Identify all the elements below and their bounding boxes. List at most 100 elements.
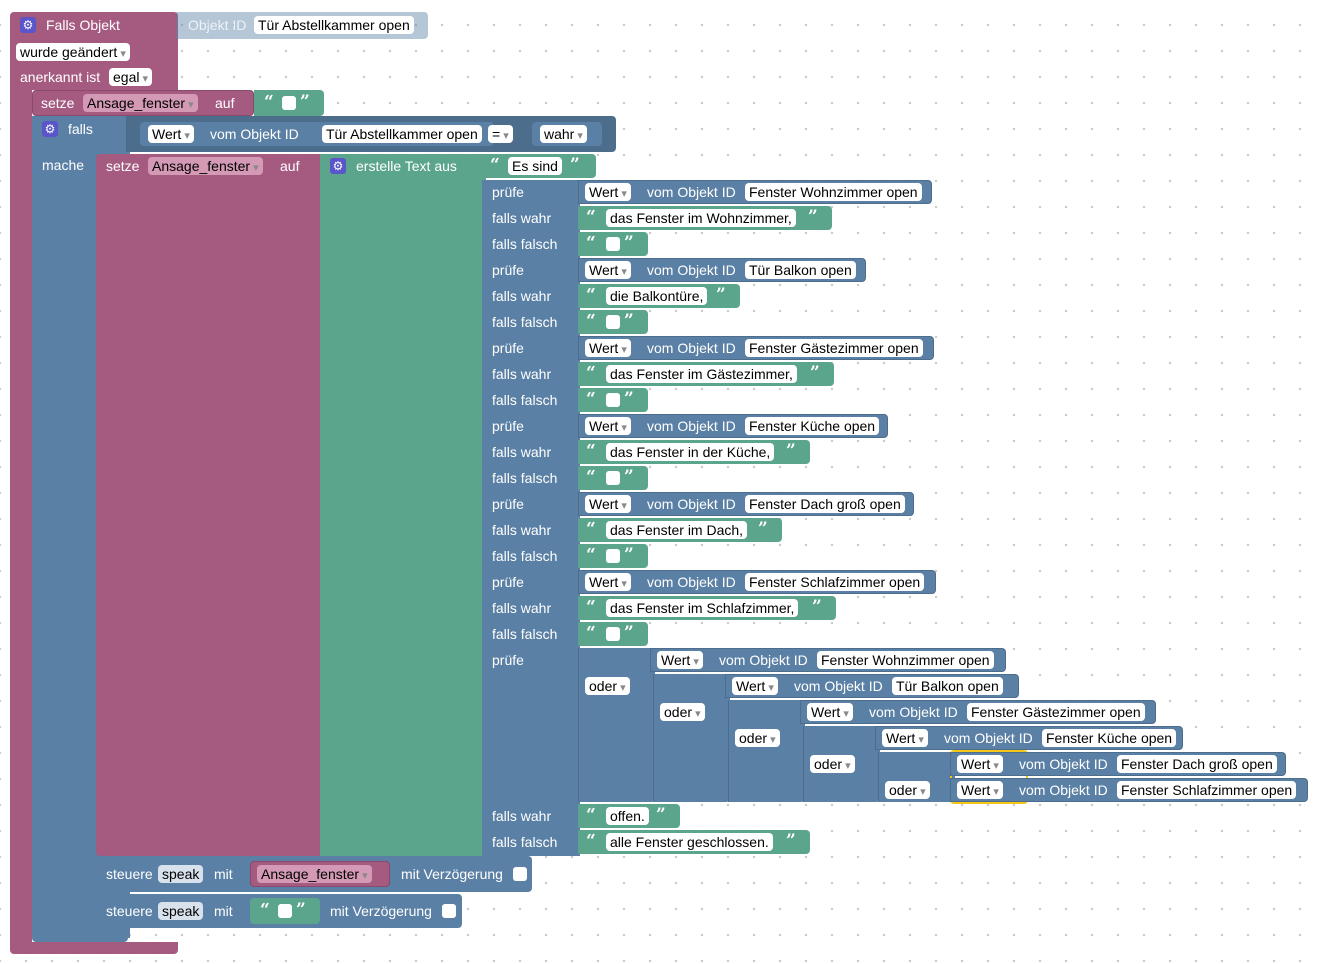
ternary-block[interactable]: prüfe falls wahr falls falsch bbox=[482, 570, 580, 648]
object-id-field[interactable]: Fenster Küche open bbox=[1042, 729, 1177, 747]
get-value-block[interactable]: Wert vom Objekt ID Fenster Schlafzimmer … bbox=[578, 570, 936, 594]
object-id-field[interactable]: Tür Abstellkammer open bbox=[322, 125, 482, 143]
text-field-empty[interactable] bbox=[278, 904, 292, 918]
text-field[interactable]: das Fenster in der Küche, bbox=[606, 443, 775, 461]
get-value-block[interactable]: Wert vom Objekt ID Tür Abstellkammer ope… bbox=[140, 122, 494, 146]
text-field[interactable]: offen. bbox=[606, 807, 649, 825]
false-text-block[interactable]: “ ” bbox=[578, 388, 648, 412]
text-field[interactable]: das Fenster im Schlafzimmer, bbox=[606, 599, 799, 617]
ternary-block-final[interactable]: prüfe falls wahr falls falsch bbox=[482, 648, 580, 856]
final-false-text-block[interactable]: “ alle Fenster geschlossen. ” bbox=[578, 830, 810, 854]
value-dropdown[interactable]: Wert bbox=[585, 417, 631, 435]
delay-checkbox[interactable] bbox=[513, 867, 527, 881]
variable-dropdown[interactable]: Ansage_fenster bbox=[148, 157, 263, 175]
create-text-block[interactable]: ⚙ erstelle Text aus bbox=[320, 154, 486, 856]
true-text-block[interactable]: “ das Fenster in der Küche, ” bbox=[578, 440, 810, 464]
false-text-block[interactable]: “ ” bbox=[578, 544, 648, 568]
object-id-field[interactable]: Tür Balkon open bbox=[745, 261, 856, 279]
variable-dropdown[interactable]: Ansage_fenster bbox=[83, 94, 198, 112]
final-true-text-block[interactable]: “ offen. ” bbox=[578, 804, 680, 828]
value-dropdown[interactable]: Wert bbox=[585, 339, 631, 357]
value-dropdown[interactable]: Wert bbox=[585, 495, 631, 513]
value-dropdown[interactable]: Wert bbox=[585, 261, 631, 279]
or-get-value-block[interactable]: Wert vom Objekt ID Tür Balkon open bbox=[725, 674, 1019, 698]
or-block[interactable]: oder bbox=[653, 674, 730, 802]
or-get-value-block[interactable]: Wert vom Objekt ID Fenster Dach groß ope… bbox=[950, 752, 1286, 776]
text-field-empty[interactable] bbox=[282, 96, 296, 110]
get-value-block[interactable]: Wert vom Objekt ID Fenster Wohnzimmer op… bbox=[578, 180, 932, 204]
text-field-empty[interactable] bbox=[606, 627, 620, 641]
value-dropdown[interactable]: Wert bbox=[957, 781, 1003, 799]
false-text-block[interactable]: “ ” bbox=[578, 310, 648, 334]
text-field[interactable]: das Fenster im Gästezimmer, bbox=[606, 365, 797, 383]
text-field-empty[interactable] bbox=[606, 549, 620, 563]
ternary-block[interactable]: prüfe falls wahr falls falsch bbox=[482, 258, 580, 336]
value-dropdown[interactable]: Wert bbox=[585, 183, 631, 201]
true-text-block[interactable]: “ das Fenster im Wohnzimmer, ” bbox=[578, 206, 832, 230]
or-dropdown[interactable]: oder bbox=[885, 781, 930, 799]
value-dropdown[interactable]: Wert bbox=[957, 755, 1003, 773]
true-text-block[interactable]: “ das Fenster im Schlafzimmer, ” bbox=[578, 596, 836, 620]
or-dropdown[interactable]: oder bbox=[660, 703, 705, 721]
bool-dropdown[interactable]: wahr bbox=[540, 125, 587, 143]
text-field[interactable]: das Fenster im Dach, bbox=[606, 521, 748, 539]
object-id-field[interactable]: Fenster Gästezimmer open bbox=[745, 339, 923, 357]
text-field-empty[interactable] bbox=[606, 393, 620, 407]
object-id-field[interactable]: Tür Balkon open bbox=[892, 677, 1003, 695]
get-value-block[interactable]: Wert vom Objekt ID Fenster Küche open bbox=[578, 414, 888, 438]
trigger-block[interactable]: ⚙ Falls Objekt wurde geändert anerkannt … bbox=[10, 12, 178, 90]
text-field[interactable]: die Balkontüre, bbox=[606, 287, 708, 305]
get-value-block[interactable]: Wert vom Objekt ID Fenster Dach groß ope… bbox=[578, 492, 914, 516]
empty-text-block-1[interactable]: “ ” bbox=[254, 90, 324, 116]
value-dropdown[interactable]: Wert bbox=[807, 703, 853, 721]
or-get-value-block[interactable]: Wert vom Objekt ID Fenster Wohnzimmer op… bbox=[650, 648, 1006, 672]
value-dropdown[interactable]: Wert bbox=[657, 651, 703, 669]
object-id-field[interactable]: Fenster Dach groß open bbox=[1117, 755, 1277, 773]
or-dropdown[interactable]: oder bbox=[735, 729, 780, 747]
variable-get-block[interactable]: Ansage_fenster bbox=[250, 861, 390, 887]
ternary-block[interactable]: prüfe falls wahr falls falsch bbox=[482, 414, 580, 492]
control-block-1[interactable]: steuere speak mit Ansage_fenster mit Ver… bbox=[96, 856, 532, 892]
value-dropdown[interactable]: Wert bbox=[148, 125, 194, 143]
ternary-block[interactable]: prüfe falls wahr falls falsch bbox=[482, 180, 580, 258]
set-variable-block-2[interactable]: setze Ansage_fenster auf bbox=[96, 154, 322, 856]
or-get-value-block[interactable]: Wert vom Objekt ID Fenster Gästezimmer o… bbox=[800, 700, 1156, 724]
or-get-value-block[interactable]: Wert vom Objekt ID Fenster Küche open bbox=[875, 726, 1183, 750]
gear-icon[interactable]: ⚙ bbox=[20, 17, 36, 33]
get-value-block[interactable]: Wert vom Objekt ID Fenster Gästezimmer o… bbox=[578, 336, 934, 360]
true-text-block[interactable]: “ das Fenster im Dach, ” bbox=[578, 518, 782, 542]
object-id-field[interactable]: Fenster Gästezimmer open bbox=[967, 703, 1145, 721]
false-text-block[interactable]: “ ” bbox=[578, 466, 648, 490]
text-field[interactable]: alle Fenster geschlossen. bbox=[606, 833, 773, 851]
value-dropdown[interactable]: Wert bbox=[585, 573, 631, 591]
or-get-value-block[interactable]: Wert vom Objekt ID Fenster Schlafzimmer … bbox=[950, 778, 1308, 802]
false-text-block[interactable]: “ ” bbox=[578, 622, 648, 646]
false-text-block[interactable]: “ ” bbox=[578, 232, 648, 256]
value-dropdown[interactable]: Wert bbox=[882, 729, 928, 747]
trigger-object-id-field[interactable]: Tür Abstellkammer open bbox=[254, 16, 414, 34]
ack-dropdown[interactable]: egal bbox=[109, 68, 153, 86]
target-field[interactable]: speak bbox=[158, 865, 204, 883]
compare-block[interactable]: Wert vom Objekt ID Tür Abstellkammer ope… bbox=[126, 116, 616, 152]
text-field-empty[interactable] bbox=[606, 237, 620, 251]
empty-text-block-2[interactable]: “ ” bbox=[250, 898, 320, 924]
text-field-empty[interactable] bbox=[606, 315, 620, 329]
control-block-2[interactable]: steuere speak mit “ ” mit Verzögerung bbox=[96, 894, 462, 928]
ternary-block[interactable]: prüfe falls wahr falls falsch bbox=[482, 492, 580, 570]
object-id-field[interactable]: Fenster Schlafzimmer open bbox=[745, 573, 925, 591]
or-block[interactable]: oder bbox=[728, 700, 805, 802]
target-field[interactable]: speak bbox=[158, 902, 204, 920]
or-block[interactable]: oder bbox=[803, 726, 880, 802]
or-dropdown[interactable]: oder bbox=[810, 755, 855, 773]
or-block[interactable]: oder bbox=[578, 648, 655, 802]
value-dropdown[interactable]: Wert bbox=[732, 677, 778, 695]
text-field[interactable]: Es sind bbox=[508, 157, 562, 175]
bool-block[interactable]: wahr bbox=[532, 122, 602, 146]
ternary-block[interactable]: prüfe falls wahr falls falsch bbox=[482, 336, 580, 414]
object-id-field[interactable]: Fenster Schlafzimmer open bbox=[1117, 781, 1297, 799]
operator-dropdown[interactable]: = bbox=[488, 125, 513, 143]
variable-dropdown[interactable]: Ansage_fenster bbox=[257, 865, 372, 883]
text-block-es-sind[interactable]: “ Es sind ” bbox=[482, 154, 596, 178]
gear-icon[interactable]: ⚙ bbox=[42, 121, 58, 137]
object-id-field[interactable]: Fenster Wohnzimmer open bbox=[745, 183, 922, 201]
